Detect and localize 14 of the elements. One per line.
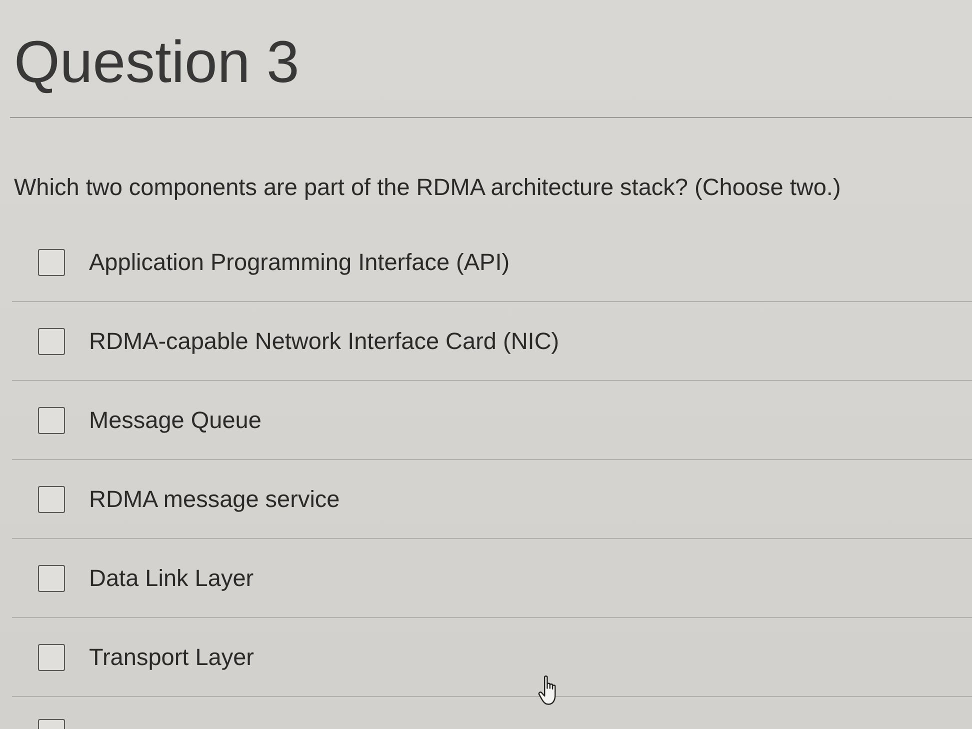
option-label: Data Link Layer (89, 564, 254, 592)
checkbox[interactable] (38, 328, 65, 354)
option-label: Application Programming Interface (API) (89, 248, 510, 276)
checkbox[interactable] (38, 406, 65, 434)
option-label: RDMA-capable Network Interface Card (NIC) (89, 326, 560, 356)
question-text: Which two components are part of the RDMA architecture stack? (Choose two.) (14, 173, 841, 202)
question-title: Question 3 (14, 28, 300, 97)
option-label: RDMA message service (89, 484, 340, 514)
checkbox[interactable] (38, 644, 65, 670)
option-label: Message Queue (89, 406, 262, 434)
option-label: Transport Layer (89, 642, 254, 672)
checkbox[interactable] (38, 248, 65, 276)
checkbox[interactable] (38, 486, 65, 512)
checkbox[interactable] (38, 564, 65, 592)
